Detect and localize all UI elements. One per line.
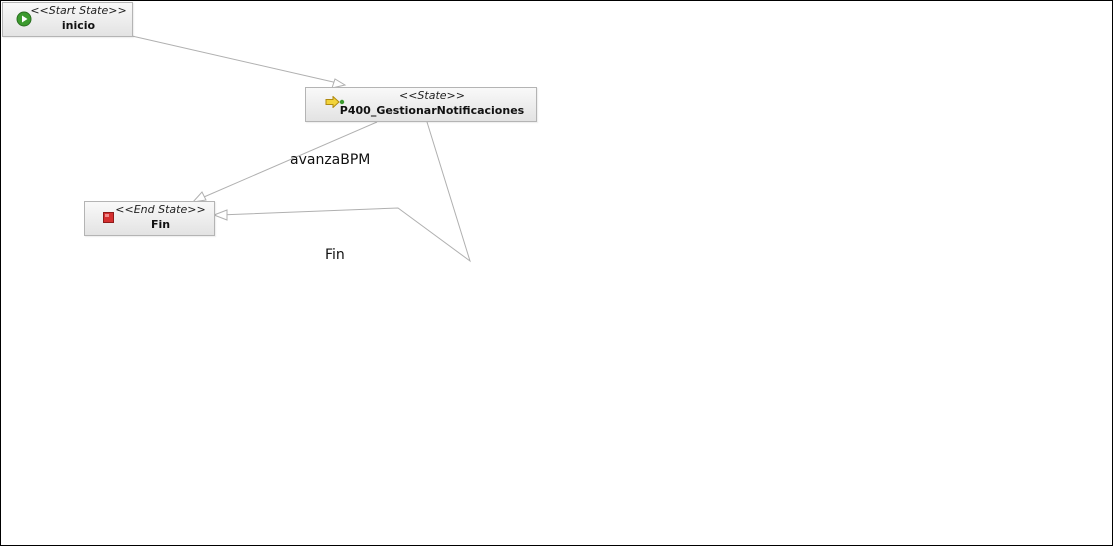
- transition-inicio-to-p400[interactable]: [131, 35, 347, 89]
- node-name: inicio: [61, 19, 96, 32]
- transition-fin[interactable]: [212, 121, 471, 263]
- node-name: P400_GestionarNotificaciones: [339, 104, 525, 117]
- transition-label-fin[interactable]: Fin: [325, 247, 345, 263]
- end-state-node[interactable]: <<End State>> Fin: [84, 201, 215, 236]
- state-node[interactable]: <<State>> P400_GestionarNotificaciones: [305, 87, 537, 122]
- start-state-node[interactable]: <<Start State>> inicio: [2, 2, 133, 37]
- arrowhead: [212, 209, 228, 221]
- diagram-canvas[interactable]: <<Start State>> inicio <<State>> P400_Ge…: [0, 0, 1113, 546]
- node-name: Fin: [150, 218, 171, 231]
- transition-label-avanzabpm[interactable]: avanzaBPM: [290, 152, 370, 168]
- node-stereotype: <<Start State>>: [30, 4, 127, 17]
- transition-layer: [131, 35, 471, 263]
- node-stereotype: <<End State>>: [115, 203, 206, 216]
- node-stereotype: <<State>>: [399, 89, 465, 102]
